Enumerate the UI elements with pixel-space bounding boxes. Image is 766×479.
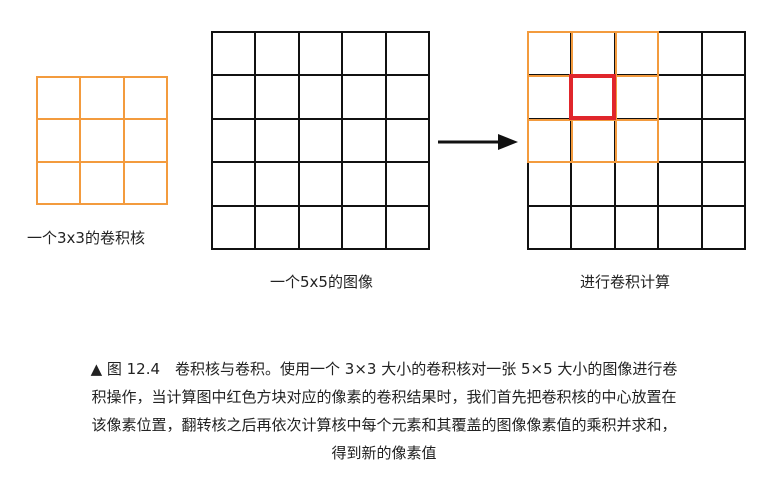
image-cell: [343, 33, 387, 77]
result-caption: 进行卷积计算: [580, 273, 671, 291]
image-cell: [299, 119, 344, 164]
figure-caption-line: 得到新的像素值: [331, 444, 437, 462]
kernel-cell: [38, 162, 82, 205]
arrow-right-icon: [438, 134, 518, 150]
result-cell: [572, 163, 616, 207]
image-cell: [299, 206, 344, 250]
kernel-grid: [36, 76, 168, 205]
figure-caption-line: 该像素位置，翻转核之后再依次计算核中每个元素和其覆盖的图像像素值的乘积并求和，: [91, 416, 677, 434]
image-cell: [386, 33, 430, 77]
result-cell: [529, 163, 573, 207]
figure-caption-line: ▲ 图 12.4 卷积核与卷积。使用一个 3×3 大小的卷积核对一张 5×5 大…: [90, 360, 678, 378]
image-cell: [213, 119, 257, 164]
result-cell: [659, 33, 703, 77]
result-cell: [529, 206, 573, 250]
kernel-cell: [124, 162, 168, 205]
image-cell: [213, 206, 257, 250]
kernel-caption: 一个3x3的卷积核: [27, 229, 145, 247]
result-cell: [529, 33, 573, 77]
image-cell: [256, 33, 300, 77]
image-cell: [343, 76, 387, 120]
result-cell: [572, 119, 616, 164]
image-cell: [213, 76, 257, 120]
figure-caption-line: 积操作，当计算图中红色方块对应的像素的卷积结果时，我们首先把卷积核的中心放置在: [91, 388, 677, 406]
result-cell: [615, 76, 660, 120]
image-cell: [386, 76, 430, 120]
image-caption: 一个5x5的图像: [270, 273, 373, 291]
result-cell: [615, 119, 660, 164]
result-cell: [659, 206, 703, 250]
result-cell: [529, 119, 573, 164]
result-cell: [529, 76, 573, 120]
kernel-cell: [81, 120, 125, 163]
image-cell: [299, 76, 344, 120]
result-cell: [572, 206, 616, 250]
figure-caption: ▲ 图 12.4 卷积核与卷积。使用一个 3×3 大小的卷积核对一张 5×5 大…: [6, 355, 762, 467]
image-cell: [213, 33, 257, 77]
kernel-cell: [124, 120, 168, 163]
image-cell: [386, 206, 430, 250]
image-cell: [343, 119, 387, 164]
highlighted-pixel: [569, 74, 616, 120]
result-cell: [702, 119, 746, 164]
image-cell: [299, 163, 344, 207]
image-cell: [213, 163, 257, 207]
result-cell: [615, 163, 660, 207]
image-cell: [256, 163, 300, 207]
result-cell: [702, 33, 746, 77]
result-cell: [659, 163, 703, 207]
image-cell: [256, 76, 300, 120]
result-grid: [527, 31, 746, 250]
result-cell: [659, 119, 703, 164]
image-cell: [386, 163, 430, 207]
image-grid: [211, 31, 430, 250]
result-cell: [615, 33, 660, 77]
kernel-cell: [124, 78, 168, 121]
image-cell: [256, 206, 300, 250]
result-cell: [572, 33, 616, 77]
image-cell: [386, 119, 430, 164]
kernel-cell: [38, 78, 82, 121]
kernel-cell: [38, 120, 82, 163]
kernel-cell: [81, 78, 125, 121]
image-cell: [343, 163, 387, 207]
result-cell: [659, 76, 703, 120]
result-cell: [702, 76, 746, 120]
result-cell: [615, 206, 660, 250]
image-cell: [343, 206, 387, 250]
result-cell: [702, 163, 746, 207]
image-cell: [256, 119, 300, 164]
result-cell: [702, 206, 746, 250]
image-cell: [299, 33, 344, 77]
kernel-cell: [81, 162, 125, 205]
